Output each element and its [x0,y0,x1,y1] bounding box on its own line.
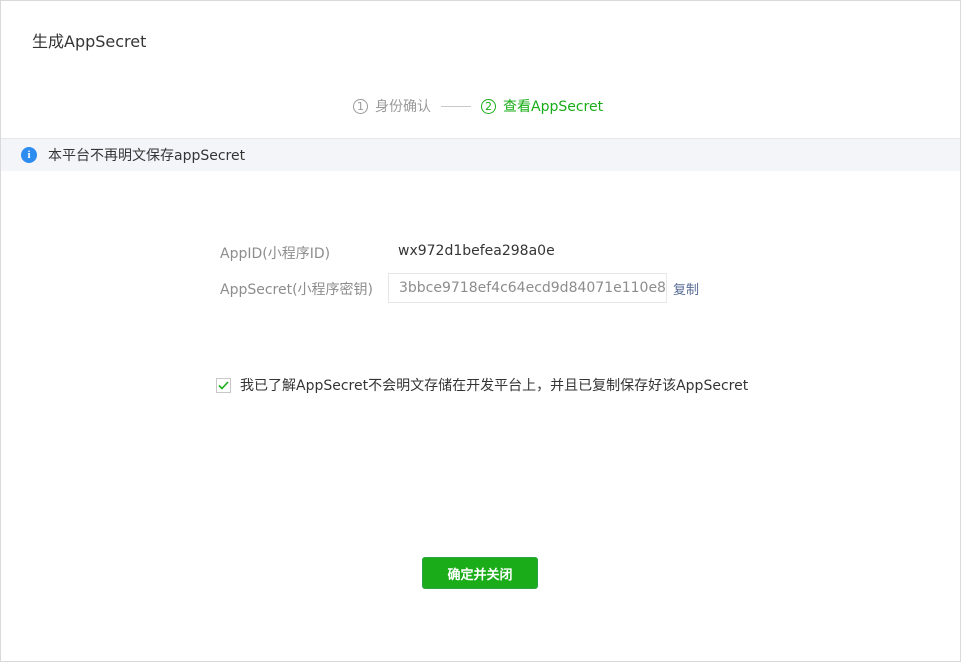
step-label-1: 身份确认 [375,99,431,115]
confirm-row[interactable]: 我已了解AppSecret不会明文存储在开发平台上，并且已复制保存好该AppSe… [216,375,748,395]
notice-bar: i 本平台不再明文保存appSecret [1,138,960,171]
step-connector [441,105,471,107]
step-indicator: 1 身份确认 2 查看AppSecret [353,95,603,117]
step-identity-confirm: 1 身份确认 [353,96,431,116]
appid-value: wx972d1befea298a0e [398,243,555,259]
confirm-text: 我已了解AppSecret不会明文存储在开发平台上，并且已复制保存好该AppSe… [240,378,749,394]
step-label-2: 查看AppSecret [503,99,604,115]
step-number-2: 2 [481,98,496,114]
dialog-title: 生成AppSecret [32,32,147,51]
copy-button[interactable]: 复制 [673,279,699,298]
step-view-appsecret: 2 查看AppSecret [481,96,603,116]
appid-label: AppID(小程序ID) [220,246,331,262]
appsecret-label: AppSecret(小程序密钥) [220,282,374,298]
notice-text: 本平台不再明文保存appSecret [48,148,246,164]
step-number-1: 1 [353,98,368,114]
confirm-checkbox[interactable] [216,377,231,393]
appsecret-field[interactable]: 3bbce9718ef4c64ecd9d84071e110e80 [388,273,667,303]
info-icon: i [21,147,37,163]
appsecret-dialog: 生成AppSecret 1 身份确认 2 查看AppSecret i 本平台不再… [0,0,961,662]
check-icon [218,380,229,390]
confirm-close-button[interactable]: 确定并关闭 [422,557,538,589]
